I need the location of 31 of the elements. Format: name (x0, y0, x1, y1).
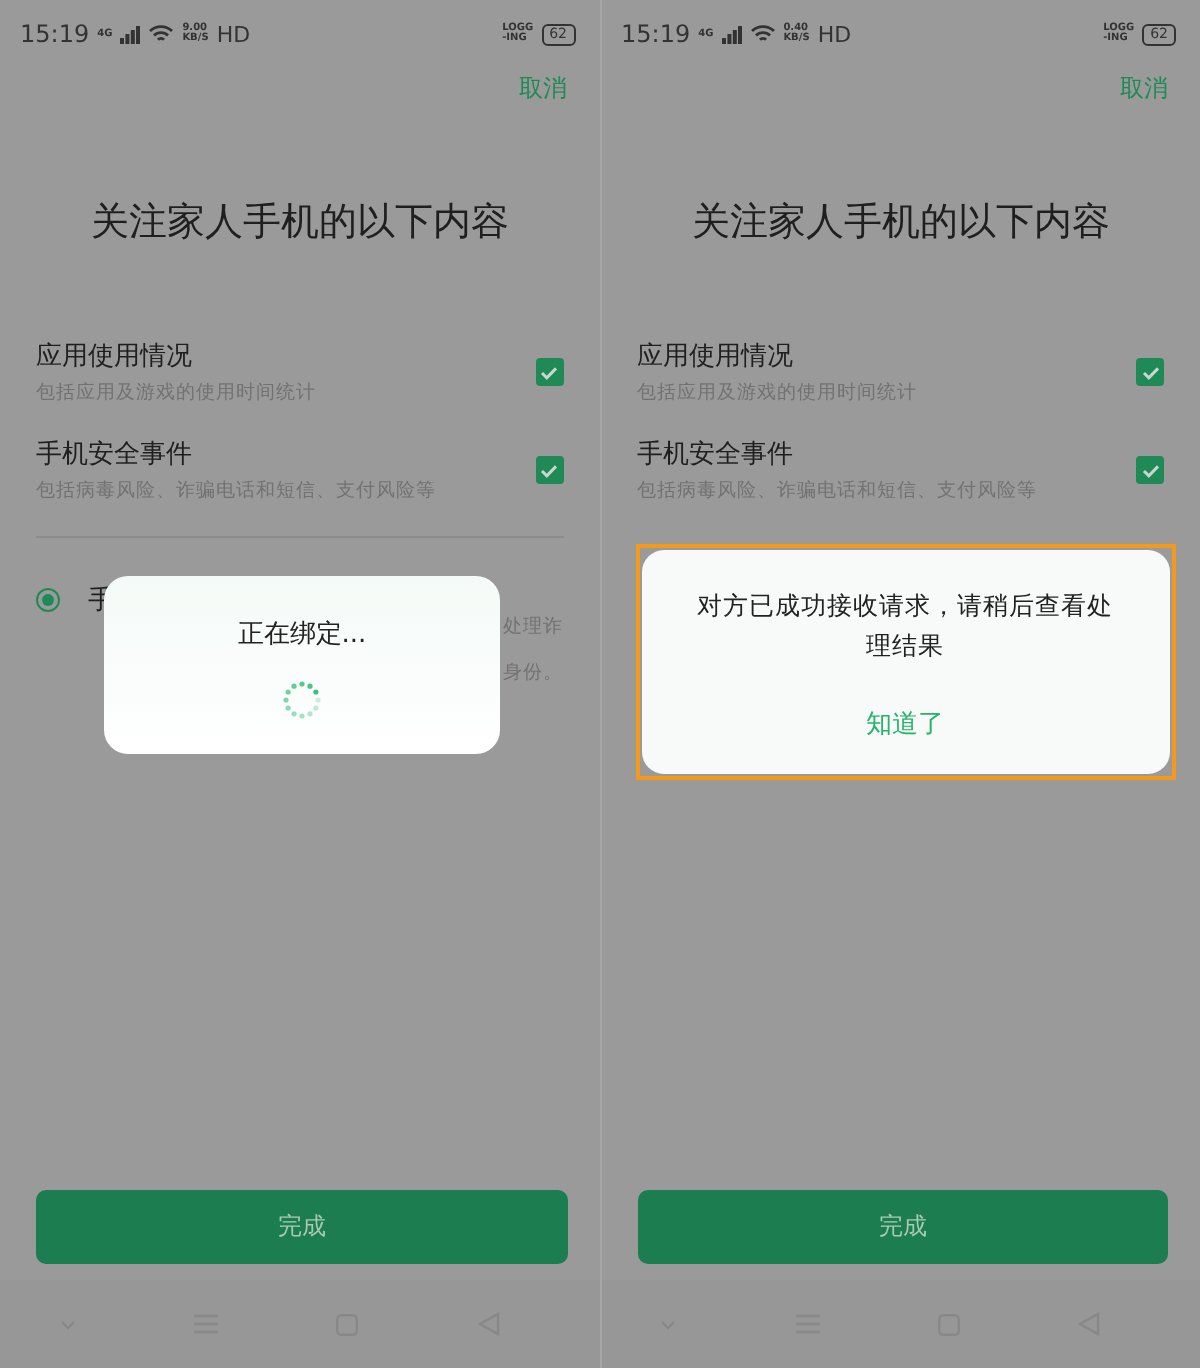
hd-label: HD (817, 21, 852, 47)
cancel-button[interactable]: 取消 (515, 68, 571, 110)
checkmark-icon (1141, 463, 1159, 477)
done-button[interactable]: 完成 (637, 1190, 1168, 1264)
wifi-icon (148, 24, 175, 44)
page-title: 关注家人手机的以下内容 (88, 198, 511, 248)
radio-button[interactable] (36, 588, 60, 612)
cancel-button[interactable]: 取消 (1116, 68, 1172, 110)
signal-icon (721, 25, 742, 43)
got-it-button[interactable]: 知道了 (854, 702, 956, 746)
checkmark-icon (1141, 365, 1159, 379)
checkmark-icon (540, 463, 558, 477)
item-title: 手机安全事件 (36, 438, 194, 472)
checkbox[interactable] (1136, 456, 1164, 484)
dialog-message: 正在绑定... (237, 618, 367, 652)
status-time: 15:19 (621, 20, 691, 48)
item-title: 应用使用情况 (637, 340, 795, 374)
checkbox[interactable] (535, 358, 563, 386)
page-title: 关注家人手机的以下内容 (689, 198, 1112, 248)
dialog-message: 对方已成功接收请求，请稍后查看处理结果 (695, 588, 1115, 664)
item-title: 应用使用情况 (36, 340, 194, 374)
checkmark-icon (540, 365, 558, 379)
done-button[interactable]: 完成 (36, 1190, 567, 1264)
signal-icon (120, 25, 141, 43)
loading-spinner-icon (282, 680, 322, 720)
item-title: 手机安全事件 (637, 438, 795, 472)
wifi-icon (749, 24, 776, 44)
checkbox[interactable] (535, 456, 563, 484)
status-time: 15:19 (20, 20, 90, 48)
checkbox[interactable] (1136, 358, 1164, 386)
hd-label: HD (216, 21, 251, 47)
